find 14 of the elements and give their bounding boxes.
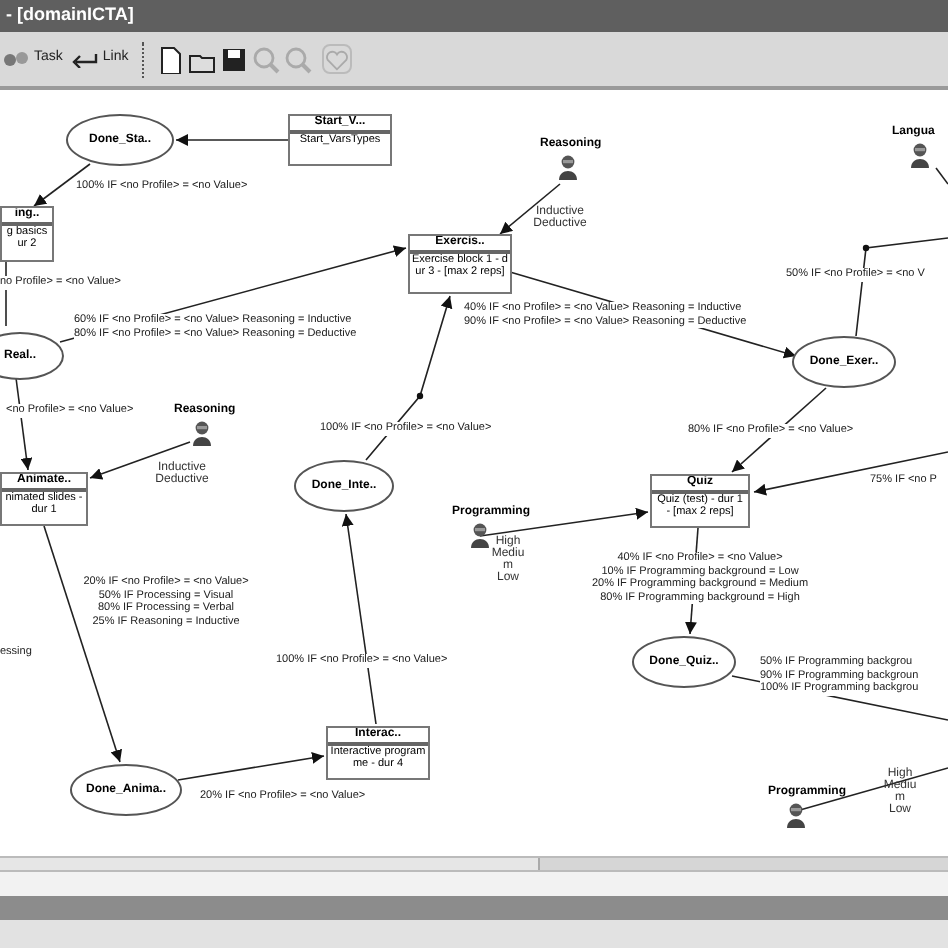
return-arrow-icon: [70, 51, 99, 67]
scrollbar-thumb[interactable]: [0, 858, 540, 870]
horizontal-scrollbar[interactable]: [0, 856, 948, 872]
junction-dot: [862, 244, 870, 252]
window-title: - [domainICTA]: [6, 2, 134, 29]
person-icon: [470, 522, 490, 548]
connector-line: [935, 167, 948, 185]
person-icon: [910, 142, 930, 168]
save-button[interactable]: [218, 44, 249, 74]
person-icon: [192, 420, 212, 446]
person-icon: [558, 154, 578, 180]
arrow: [175, 134, 289, 146]
junction-dot: [416, 392, 424, 400]
person-icon: [786, 802, 806, 828]
